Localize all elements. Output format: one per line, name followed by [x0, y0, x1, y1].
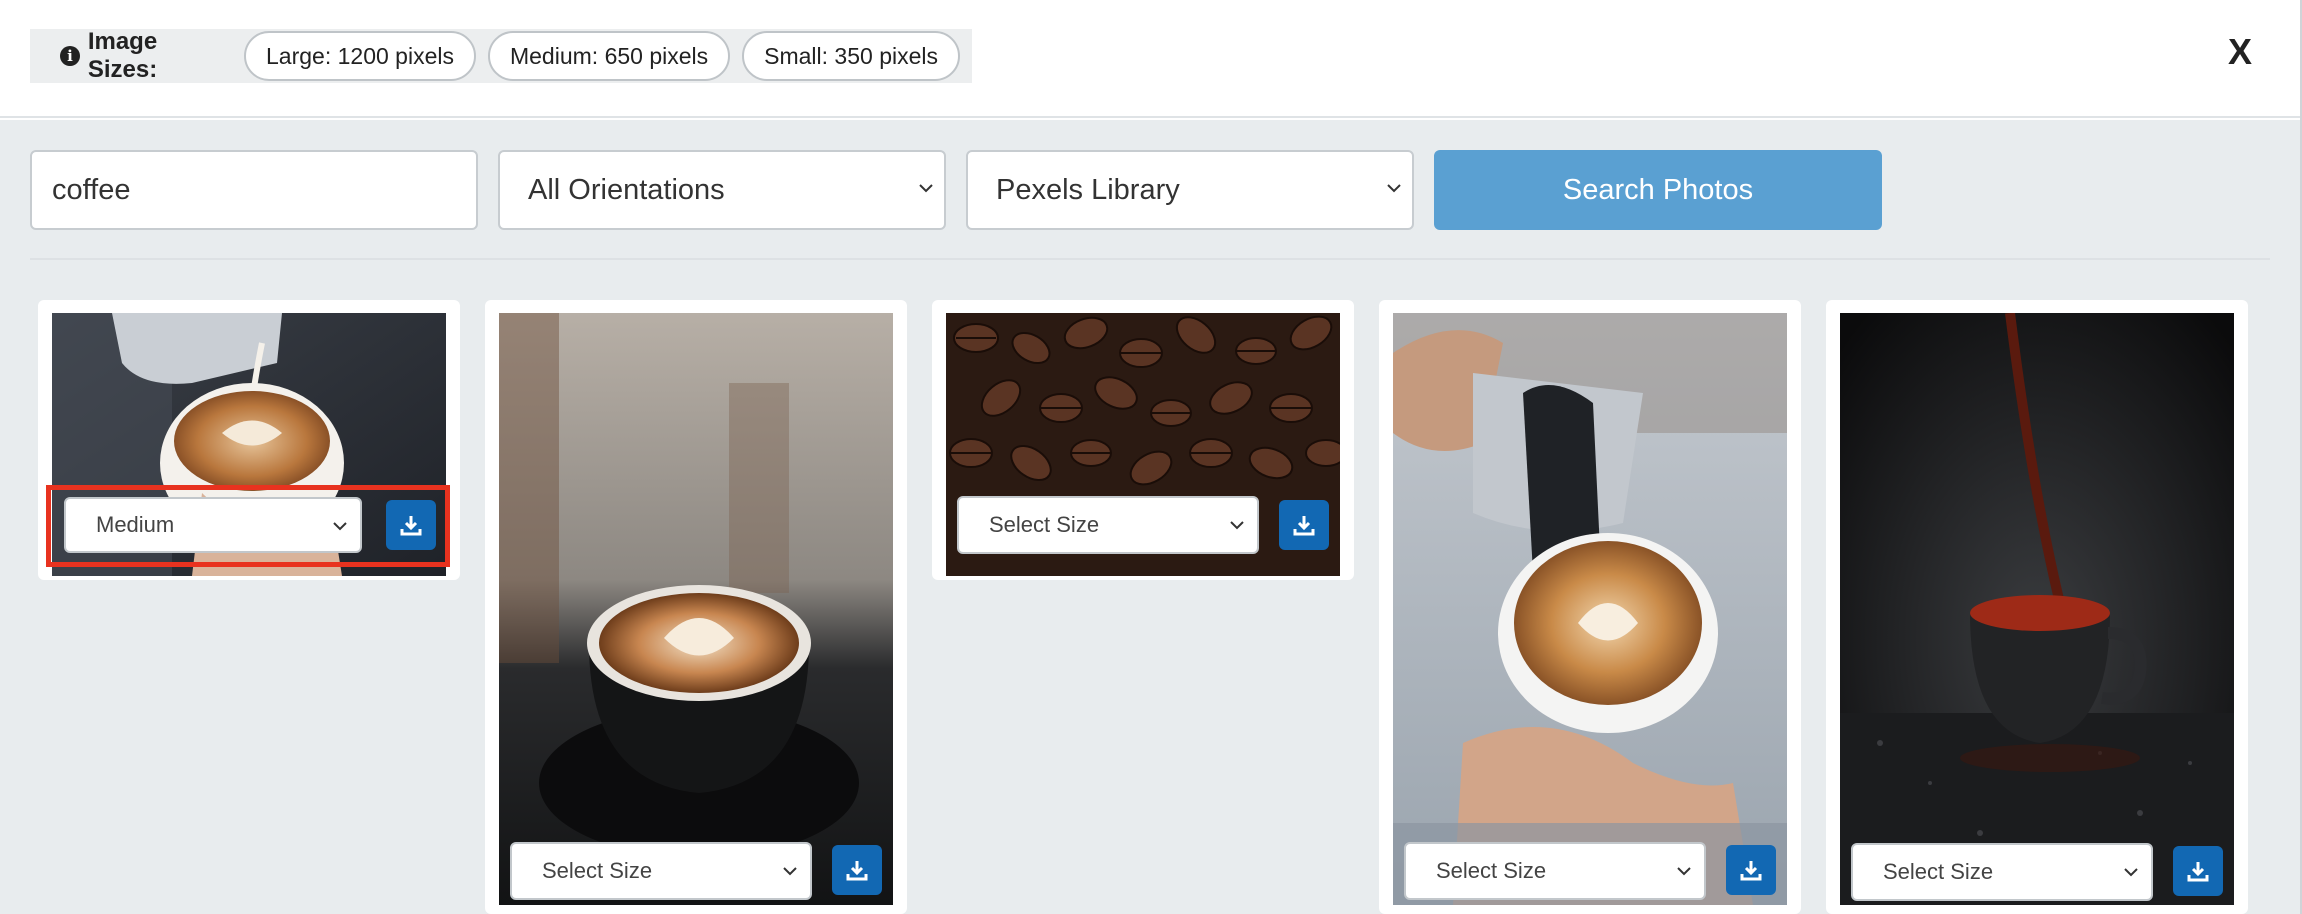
size-pill-medium: Medium: 650 pixels: [487, 31, 731, 81]
search-photos-button[interactable]: Search Photos: [1434, 150, 1882, 230]
orientation-select[interactable]: All Orientations: [498, 150, 946, 230]
modal-header: i Image Sizes: Large: 1200 pixels Medium…: [0, 0, 2302, 118]
image-sizes-bar: i Image Sizes: Large: 1200 pixels Medium…: [30, 28, 972, 83]
size-select[interactable]: Select Size: [510, 842, 812, 900]
size-pill-small: Small: 350 pixels: [742, 31, 960, 81]
image-sizes-title: Image Sizes:: [87, 28, 158, 83]
download-button[interactable]: [832, 845, 882, 895]
photo-search-panel: coffee All Orientations Pexels Library S…: [0, 120, 2300, 914]
photo-card: Select Size: [1826, 300, 2248, 914]
orientation-select-value: All Orientations: [528, 173, 725, 206]
photo-milk-pour[interactable]: [1393, 313, 1787, 905]
size-select-value: Select Size: [542, 858, 653, 883]
download-icon: [1740, 861, 1762, 881]
download-button[interactable]: [1279, 500, 1329, 550]
photo-coffee-pour-dark[interactable]: [1840, 313, 2234, 905]
chevron-down-icon: [782, 863, 798, 879]
chevron-down-icon: [1229, 517, 1245, 533]
photo-card: Select Size: [485, 300, 907, 914]
search-input[interactable]: coffee: [30, 150, 478, 230]
selection-highlight: [46, 485, 450, 567]
divider: [30, 258, 2270, 260]
download-icon: [1293, 516, 1315, 536]
chevron-down-icon: [918, 180, 934, 196]
chevron-down-icon: [1386, 180, 1402, 196]
download-button[interactable]: [1726, 845, 1776, 895]
close-button[interactable]: X: [2220, 30, 2260, 74]
download-button[interactable]: [2173, 846, 2223, 896]
size-select-value: Select Size: [1883, 859, 1994, 884]
photo-card: Select Size: [932, 300, 1354, 580]
size-select[interactable]: Select Size: [1404, 842, 1706, 900]
chevron-down-icon: [2123, 864, 2139, 880]
download-icon: [846, 861, 868, 881]
size-select-value: Select Size: [1436, 858, 1547, 883]
photo-card: Select Size: [1379, 300, 1801, 914]
size-pill-large: Large: 1200 pixels: [244, 31, 476, 81]
chevron-down-icon: [1676, 863, 1692, 879]
library-select-value: Pexels Library: [996, 173, 1180, 206]
photo-card: Medium: [38, 300, 460, 580]
info-circle-icon: i: [60, 46, 80, 66]
download-icon: [2187, 862, 2209, 882]
library-select[interactable]: Pexels Library: [966, 150, 1414, 230]
size-select[interactable]: Select Size: [1851, 843, 2153, 901]
photo-latte-black-cup[interactable]: [499, 313, 893, 905]
size-select-value: Select Size: [989, 512, 1100, 537]
size-select[interactable]: Select Size: [957, 496, 1259, 554]
